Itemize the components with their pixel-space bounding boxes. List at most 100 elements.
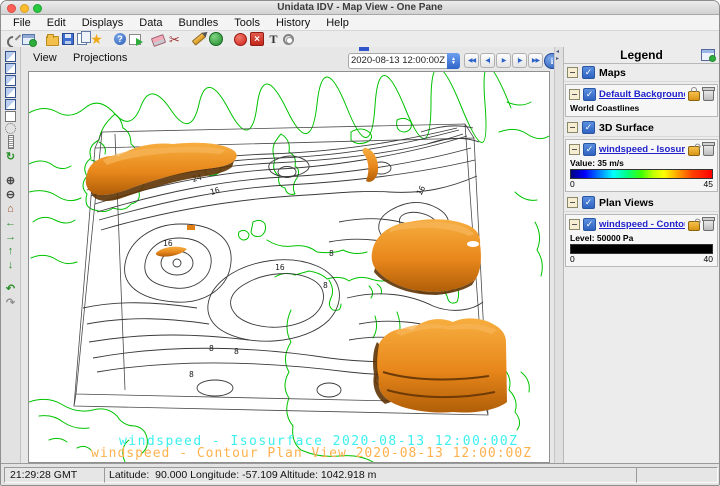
pan-down-icon[interactable]: ↓ [4,258,17,271]
legend-item-windspeed-isosurface: ✓ windspeed - Isosurface Value: 35 m/s 0… [565,139,718,192]
maps-checkbox[interactable]: ✓ [582,66,595,79]
projection-view-icon-5[interactable] [5,99,16,110]
title-bar[interactable]: Unidata IDV - Map View - One Pane [1,1,719,15]
save-bundle-icon[interactable] [62,33,74,45]
plan-views-checkbox[interactable]: ✓ [582,196,595,209]
trash-icon[interactable] [703,219,714,231]
show-data-chooser-icon[interactable] [6,33,19,46]
contour-label: 8 [209,344,214,353]
auto-rotate-icon[interactable]: ↻ [4,150,17,163]
collapse-right-icon[interactable]: ▸ [556,56,559,62]
zoom-in-icon[interactable]: ⊕ [4,174,17,187]
windspeed-contour-checkbox[interactable]: ✓ [583,218,596,231]
trash-icon[interactable] [703,144,714,156]
legend-category-3d-surface: ✓ 3D Surface [564,119,719,137]
go-last-button[interactable]: ▶▶ [528,53,543,68]
menu-bar: FileEditDisplaysDataBundlesToolsHistoryH… [1,15,719,31]
stepper-down-icon: ▼ [451,61,456,65]
exit-icon[interactable]: × [250,32,264,46]
colorbar-max: 45 [704,179,713,189]
windspeed-isosurface-checkbox[interactable]: ✓ [583,143,596,156]
default-background-maps-link[interactable]: Default Background Maps [599,89,685,100]
contour-label: 8 [329,249,334,258]
record-movie-icon[interactable] [234,33,247,46]
isosurface-blob-crescent [363,148,378,182]
collapse-box-icon[interactable] [569,219,580,230]
time-select-field[interactable]: 2020-08-13 12:00:00Z [348,53,448,69]
home-view-icon[interactable]: ⌂ [4,202,17,215]
clock-display: 21:29:28 GMT [4,467,107,483]
isosurface-blob-sliver [156,247,187,257]
projections-menu[interactable]: Projections [73,52,127,64]
help-icon[interactable]: ? [114,33,126,45]
category-label: Maps [599,67,626,79]
menu-edit[interactable]: Edit [39,17,74,29]
collapse-left-icon[interactable]: ◂ [556,49,559,55]
unlock-icon[interactable] [688,146,700,156]
menu-help[interactable]: Help [318,17,357,29]
animation-controls: ◀◀◀|▶|▶▶▶i [464,53,560,69]
menu-file[interactable]: File [5,17,39,29]
text-note-icon[interactable]: T [267,33,280,46]
menu-data[interactable]: Data [131,17,170,29]
idv-window: Unidata IDV - Map View - One Pane FileEd… [0,0,720,486]
map-view-icon[interactable] [209,32,223,46]
collapse-box-icon[interactable] [569,89,580,100]
collapse-box-icon[interactable] [567,67,578,78]
map-3d-canvas[interactable]: 24 16 16 16 8 8 16 8 8 8 8 [28,71,550,463]
menu-displays[interactable]: Displays [74,17,132,29]
default-background-maps-checkbox[interactable]: ✓ [583,88,596,101]
menu-history[interactable]: History [268,17,318,29]
settings-icon[interactable] [283,34,294,45]
perspective-icon[interactable] [5,123,16,134]
projection-view-icon-4[interactable] [5,87,16,98]
projection-view-icon-2[interactable] [5,63,16,74]
save-as-favorite-icon[interactable] [77,33,87,45]
isosurface-blob-fragment [187,225,195,230]
isosurface-colorbar [570,169,713,179]
remove-displays-icon[interactable] [151,34,166,47]
zoom-out-icon[interactable]: ⊖ [4,188,17,201]
pan-up-icon[interactable]: ↑ [4,244,17,257]
collapse-box-icon[interactable] [567,122,578,133]
drawing-control-icon[interactable] [192,32,207,46]
redo-icon[interactable]: ↷ [4,296,17,309]
pan-right-icon[interactable]: → [4,230,17,243]
new-display-window-icon[interactable] [22,34,35,45]
lock-icon[interactable] [688,91,700,101]
surface-3d-checkbox[interactable]: ✓ [582,121,595,134]
status-bar: 21:29:28 GMT Latitude: 90.000 Longitude:… [1,463,719,485]
menu-tools[interactable]: Tools [226,17,268,29]
colorbar-max: 40 [704,254,713,264]
menu-bundles[interactable]: Bundles [171,17,227,29]
blank-view-icon[interactable] [5,111,16,122]
pan-left-icon[interactable]: ← [4,216,17,229]
category-label: Plan Views [599,197,654,209]
legend-header: Legend [564,47,719,64]
step-back-button[interactable]: ◀| [480,53,495,68]
play-button[interactable]: ▶ [496,53,511,68]
open-bundle-icon[interactable] [46,36,59,46]
time-slider-thumb[interactable] [359,47,369,51]
float-legend-icon[interactable] [701,49,715,61]
collapse-box-icon[interactable] [567,197,578,208]
view-menu[interactable]: View [33,52,57,64]
time-stepper[interactable]: ▲▼ [447,53,460,69]
step-forward-button[interactable]: |▶ [512,53,527,68]
trash-icon[interactable] [703,89,714,101]
remove-data-icon[interactable]: ✂ [168,33,181,46]
view-controls-strip: ↻ ⊕⊖⌂←→↑↓ ↶↷ [1,47,21,464]
export-image-icon[interactable] [129,34,141,45]
collapse-box-icon[interactable] [569,144,580,155]
undo-icon[interactable]: ↶ [4,282,17,295]
favorites-icon[interactable]: ★ [90,33,103,46]
go-first-button[interactable]: ◀◀ [464,53,479,68]
projection-view-icon-1[interactable] [5,51,16,62]
windspeed-isosurface-link[interactable]: windspeed - Isosurface [599,144,685,155]
unlock-icon[interactable] [688,221,700,231]
colorbar-min: 0 [570,254,575,264]
windspeed-contour-link[interactable]: windspeed - Contour Pl... [599,219,685,230]
category-label: 3D Surface [599,122,654,134]
projection-view-icon-3[interactable] [5,75,16,86]
vertical-scale-icon[interactable] [8,135,14,149]
